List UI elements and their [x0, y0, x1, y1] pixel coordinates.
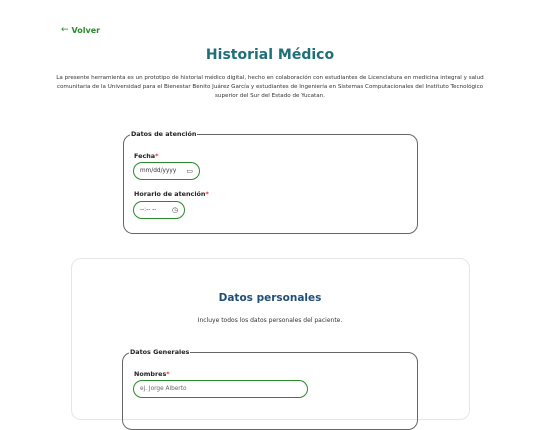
personal-data-title: Datos personales [218, 292, 322, 304]
clock-icon[interactable]: ◷ [172, 206, 178, 214]
arrow-left-icon: ← [61, 25, 69, 35]
required-mark: * [166, 370, 170, 378]
required-mark: * [155, 152, 159, 160]
names-label-text: Nombres [134, 370, 167, 378]
date-label-text: Fecha [134, 152, 156, 160]
back-label: Volver [71, 25, 101, 35]
date-label: Fecha* [134, 152, 158, 160]
calendar-icon[interactable]: ▭ [186, 167, 193, 175]
names-input[interactable]: ej. Jorge Alberto [133, 380, 308, 398]
back-link[interactable]: ← Volver [61, 25, 100, 35]
general-data-legend: Datos Generales [130, 348, 190, 356]
names-placeholder: ej. Jorge Alberto [140, 386, 187, 392]
names-label: Nombres* [134, 370, 170, 378]
date-input[interactable]: mm/dd/yyyy ▭ [133, 162, 200, 180]
attention-legend: Datos de atención [131, 130, 197, 138]
time-label: Horario de atención* [134, 190, 209, 198]
time-placeholder: --:-- -- [140, 207, 157, 213]
page-title: Historial Médico [205, 47, 335, 63]
time-input[interactable]: --:-- -- ◷ [133, 201, 185, 219]
required-mark: * [205, 190, 209, 198]
intro-text: La presente herramienta es un prototipo … [56, 75, 484, 99]
personal-data-subtitle: Incluye todos los datos personales del p… [197, 317, 343, 324]
time-label-text: Horario de atención [134, 190, 206, 198]
date-placeholder: mm/dd/yyyy [140, 168, 177, 174]
